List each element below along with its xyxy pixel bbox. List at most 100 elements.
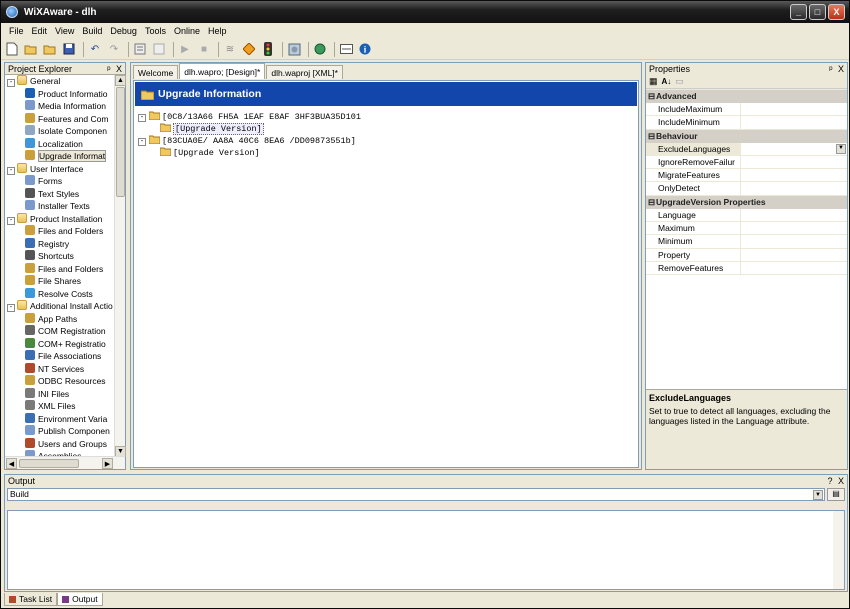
tab-xml[interactable]: dlh.waproj [XML]* bbox=[266, 65, 343, 79]
tree-group[interactable]: - General bbox=[5, 75, 115, 88]
menu-edit[interactable]: Edit bbox=[28, 26, 52, 36]
property-row[interactable]: Maximum bbox=[646, 222, 847, 236]
tree-item[interactable]: Registry bbox=[5, 237, 115, 251]
property-row[interactable]: OnlyDetect bbox=[646, 182, 847, 196]
tree-item[interactable]: NT Services bbox=[5, 362, 115, 376]
collapse-icon[interactable]: ⊟ bbox=[648, 130, 656, 143]
validate-icon[interactable] bbox=[241, 41, 257, 57]
tab-task-list[interactable]: Task List bbox=[4, 593, 58, 606]
property-row[interactable]: MigrateFeatures bbox=[646, 169, 847, 183]
property-row[interactable]: IncludeMinimum bbox=[646, 116, 847, 130]
tree-item[interactable]: Shortcuts bbox=[5, 250, 115, 263]
upgrade-code-node[interactable]: - [0C8/13A66 FH5A 1EAF E8AF 3HF3BUA35D101 bbox=[138, 111, 638, 123]
property-row[interactable]: IncludeMaximum bbox=[646, 103, 847, 117]
scroll-thumb[interactable] bbox=[116, 87, 125, 197]
output-action-button[interactable]: ▤ bbox=[827, 488, 845, 501]
tree-item[interactable]: Installer Texts bbox=[5, 200, 115, 213]
tree-item[interactable]: Localization bbox=[5, 137, 115, 151]
collapse-icon[interactable]: ⊟ bbox=[648, 90, 656, 103]
minimize-button[interactable]: _ bbox=[790, 4, 807, 20]
tab-welcome[interactable]: Welcome bbox=[133, 65, 179, 79]
tree-item[interactable]: Users and Groups bbox=[5, 437, 115, 451]
tree-item[interactable]: Files and Folders bbox=[5, 225, 115, 238]
collapse-icon[interactable]: - bbox=[138, 138, 146, 146]
property-value[interactable] bbox=[741, 103, 847, 115]
menu-view[interactable]: View bbox=[51, 26, 78, 36]
menu-debug[interactable]: Debug bbox=[106, 26, 141, 36]
rebuild-icon[interactable] bbox=[151, 41, 167, 57]
property-row[interactable]: Property bbox=[646, 248, 847, 262]
close-button[interactable]: X bbox=[828, 4, 845, 20]
open-folder-icon[interactable] bbox=[42, 41, 58, 57]
property-category[interactable]: ⊟Advanced bbox=[646, 90, 847, 103]
tree-item[interactable]: ODBC Resources bbox=[5, 375, 115, 388]
tree-item[interactable]: App Paths bbox=[5, 312, 115, 326]
help-icon[interactable]: ? bbox=[827, 476, 832, 486]
project-explorer-hscroll[interactable]: ◀ ▶ bbox=[5, 456, 125, 469]
tree-item[interactable]: Environment Varia bbox=[5, 412, 115, 426]
collapse-icon[interactable]: - bbox=[7, 166, 15, 175]
collapse-icon[interactable]: - bbox=[138, 114, 146, 122]
panel-close-icon[interactable]: X bbox=[116, 64, 122, 74]
tree-item[interactable]: Product Informatio bbox=[5, 87, 115, 101]
property-value[interactable] bbox=[741, 143, 847, 155]
tree-item[interactable]: File Shares bbox=[5, 275, 115, 288]
hscroll-thumb[interactable] bbox=[19, 459, 79, 468]
menu-tools[interactable]: Tools bbox=[141, 26, 170, 36]
tree-item[interactable]: Upgrade Informat bbox=[5, 150, 115, 163]
collapse-icon[interactable]: - bbox=[7, 79, 15, 87]
scroll-right-icon[interactable]: ▶ bbox=[102, 458, 113, 469]
panel-close-icon[interactable]: X bbox=[838, 64, 844, 74]
tree-item[interactable]: Forms bbox=[5, 175, 115, 188]
tree-item[interactable]: COM+ Registratio bbox=[5, 337, 115, 351]
output-source-select[interactable]: Build ▼ bbox=[7, 488, 825, 501]
collapse-icon[interactable]: - bbox=[7, 216, 15, 225]
output-window-icon[interactable] bbox=[338, 41, 354, 57]
traffic-light-icon[interactable] bbox=[260, 41, 276, 57]
property-category[interactable]: ⊟Behaviour bbox=[646, 129, 847, 143]
menu-file[interactable]: File bbox=[5, 26, 28, 36]
property-row[interactable]: IgnoreRemoveFailur bbox=[646, 155, 847, 170]
tree-item[interactable]: COM Registration bbox=[5, 325, 115, 338]
output-text-area[interactable] bbox=[7, 510, 845, 590]
property-value[interactable] bbox=[741, 116, 847, 128]
redo-icon[interactable]: ↷ bbox=[106, 41, 122, 57]
maximize-button[interactable]: □ bbox=[809, 4, 826, 20]
web-icon[interactable] bbox=[312, 41, 328, 57]
build-icon[interactable] bbox=[132, 41, 148, 57]
property-value[interactable] bbox=[741, 262, 847, 274]
tree-item[interactable]: XML Files bbox=[5, 400, 115, 413]
compile-icon[interactable]: ≋ bbox=[222, 41, 238, 57]
tree-item[interactable]: Media Information bbox=[5, 100, 115, 113]
save-icon[interactable] bbox=[61, 41, 77, 57]
pin-icon[interactable]: ᵖ bbox=[829, 64, 832, 74]
property-pages-icon[interactable]: ▭ bbox=[675, 76, 684, 87]
run-icon[interactable]: ▶ bbox=[177, 41, 193, 57]
scroll-up-icon[interactable]: ▲ bbox=[115, 75, 126, 86]
tree-item[interactable]: INI Files bbox=[5, 387, 115, 401]
project-explorer-vscroll[interactable]: ▲ ▼ bbox=[114, 75, 126, 457]
categorized-icon[interactable]: ▦ bbox=[649, 76, 658, 87]
tree-item[interactable]: Files and Folders bbox=[5, 262, 115, 276]
collapse-icon[interactable]: ⊟ bbox=[648, 196, 656, 209]
upgrade-code-node[interactable]: - [83CUA0E/ AA8A 40C6 8EA6 /DD09873551b] bbox=[138, 135, 638, 147]
upgrade-version-node[interactable]: [Upgrade Version] bbox=[138, 123, 638, 135]
tree-item[interactable]: Isolate Componen bbox=[5, 125, 115, 138]
tree-item[interactable]: Publish Componen bbox=[5, 425, 115, 438]
property-value[interactable] bbox=[741, 209, 847, 221]
tree-item[interactable]: Text Styles bbox=[5, 187, 115, 201]
chevron-down-icon[interactable]: ▼ bbox=[836, 143, 846, 154]
panel-close-icon[interactable]: X bbox=[838, 476, 844, 486]
property-value[interactable] bbox=[741, 182, 847, 194]
new-file-icon[interactable] bbox=[4, 41, 20, 57]
tab-design[interactable]: dlh.wapro; [Design]* bbox=[179, 63, 266, 79]
open-project-icon[interactable] bbox=[23, 41, 39, 57]
property-row[interactable]: Language bbox=[646, 208, 847, 223]
tree-group[interactable]: - Product Installation bbox=[5, 212, 115, 226]
menu-help[interactable]: Help bbox=[204, 26, 231, 36]
tab-output[interactable]: Output bbox=[57, 593, 103, 606]
pin-icon[interactable]: ᵖ bbox=[107, 64, 110, 74]
tree-group[interactable]: - Additional Install Actio bbox=[5, 300, 115, 313]
property-row[interactable]: ExcludeLanguages ▼ bbox=[646, 142, 847, 156]
menu-online[interactable]: Online bbox=[170, 26, 204, 36]
